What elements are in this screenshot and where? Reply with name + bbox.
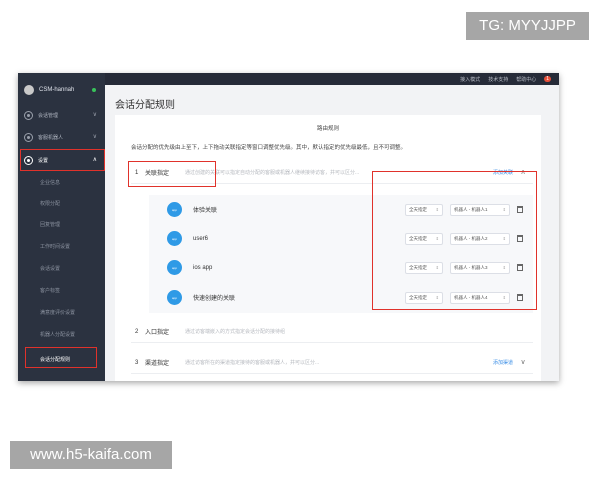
robot-icon xyxy=(24,132,33,142)
sidebar-subitem-session-settings[interactable]: 会话设置 xyxy=(40,263,100,275)
group-name: 渠道指定 xyxy=(145,361,170,367)
chevron-down-icon[interactable]: ∨ xyxy=(513,359,533,366)
schedule-select[interactable]: 全天指定 ⇕ xyxy=(405,261,443,274)
main-content: 会话分配规则 路由规则 会话分配的优先级由上至下，上下拖动关联指定等窗口调整优先… xyxy=(105,85,559,381)
sidebar-subitem-customer-tags[interactable]: 客户标签 xyxy=(40,285,100,297)
updown-caret-icon: ⇕ xyxy=(502,236,506,241)
association-rule-list: app 体验关联 全天指定 ⇕ 机器人 - 机器人1 ⇕ app user6 全天指… xyxy=(149,195,533,313)
app-icon: app xyxy=(167,231,182,246)
rule-group-entrance[interactable]: 2 入口指定 通过访客端嵌入的方式指定会话分配的接待组 xyxy=(131,321,533,343)
updown-caret-icon: ⇕ xyxy=(502,265,506,270)
assignee-select[interactable]: 机器人 - 机器人3 ⇕ xyxy=(450,261,510,274)
online-status-icon xyxy=(92,88,96,92)
card-description: 会话分配的优先级由上至下，上下拖动关联指定等窗口调整优先级。其中，默认指定的优先… xyxy=(131,145,407,151)
trash-icon[interactable] xyxy=(517,264,523,271)
add-association-link[interactable]: 添加关联 xyxy=(473,169,513,176)
page-title: 会话分配规则 xyxy=(115,100,175,111)
top-link-help-center[interactable]: 帮助中心 xyxy=(516,76,536,83)
updown-caret-icon: ⇕ xyxy=(435,265,439,270)
chevron-up-icon: ∧ xyxy=(92,157,97,163)
top-bar: 接入模式 技术支持 帮助中心 1 xyxy=(105,73,559,85)
routing-rules-card: 路由规则 会话分配的优先级由上至下，上下拖动关联指定等窗口调整优先级。其中，默认… xyxy=(115,115,541,381)
schedule-select[interactable]: 全天指定 ⇕ xyxy=(405,203,443,216)
rule-group-association[interactable]: 1 关联指定 通过创建的关联可以指定自动分配的客服或机器人继续接待访客，并可以区… xyxy=(131,162,533,184)
sidebar-subitem-robot-assignment[interactable]: 机器人分配设置 xyxy=(40,329,100,341)
trash-icon[interactable] xyxy=(517,206,523,213)
top-link-access-mode[interactable]: 接入模式 xyxy=(460,76,480,83)
app-icon: app xyxy=(167,260,182,275)
sidebar-subitem-reply-management[interactable]: 回复管理 xyxy=(40,219,100,231)
chevron-down-icon: ∨ xyxy=(92,134,97,140)
assignee-select[interactable]: 机器人 - 机器人1 ⇕ xyxy=(450,203,510,216)
rule-name: user6 xyxy=(193,235,209,242)
sidebar-item-settings[interactable]: 设置 ∧ xyxy=(18,152,105,168)
list-item[interactable]: app user6 全天指定 ⇕ 机器人 - 机器人2 ⇕ xyxy=(149,224,533,253)
group-number: 3 xyxy=(135,359,139,366)
sidebar-subitem-working-hours[interactable]: 工作时间设置 xyxy=(40,241,100,253)
gear-icon xyxy=(24,155,33,165)
group-name: 关联指定 xyxy=(145,171,170,177)
sidebar-subitem-satisfaction[interactable]: 满意度评价设置 xyxy=(40,307,100,319)
group-description-input[interactable]: 通过访客端嵌入的方式指定会话分配的接待组 xyxy=(185,328,473,335)
sidebar-item-label: 会话管理 xyxy=(38,112,59,119)
schedule-select[interactable]: 全天指定 ⇕ xyxy=(405,291,443,304)
sidebar-item-label: 客服机器人 xyxy=(38,134,64,141)
assignee-select[interactable]: 机器人 - 机器人4 ⇕ xyxy=(450,291,510,304)
group-description-input[interactable]: 通过创建的关联可以指定自动分配的客服或机器人继续接待访客，并可以区分... xyxy=(185,169,473,176)
updown-caret-icon: ⇕ xyxy=(435,295,439,300)
user-profile[interactable]: CSM-hannah xyxy=(18,83,105,97)
chevron-down-icon: ∨ xyxy=(92,112,97,118)
sidebar-subitem-company-info[interactable]: 企业信息 xyxy=(40,177,100,189)
group-description-input[interactable]: 通过访客所在的渠道指定接待的客服或机器人，并可以区分... xyxy=(185,359,473,366)
sidebar-subitem-session-assignment-rules[interactable]: 会话分配规则 xyxy=(40,354,100,366)
trash-icon[interactable] xyxy=(517,235,523,242)
list-item[interactable]: app 快速创建的关联 全天指定 ⇕ 机器人 - 机器人4 ⇕ xyxy=(149,283,533,312)
updown-caret-icon: ⇕ xyxy=(435,236,439,241)
rule-name: 体验关联 xyxy=(193,208,218,214)
group-name: 入口指定 xyxy=(145,330,170,336)
sidebar-item-robot[interactable]: 客服机器人 ∨ xyxy=(18,129,105,145)
assignee-select[interactable]: 机器人 - 机器人2 ⇕ xyxy=(450,232,510,245)
chevron-up-icon[interactable]: ∧ xyxy=(513,169,533,176)
group-number: 1 xyxy=(135,169,139,176)
user-name: CSM-hannah xyxy=(39,87,75,93)
card-title: 路由规则 xyxy=(316,126,339,132)
list-item[interactable]: app 体验关联 全天指定 ⇕ 机器人 - 机器人1 ⇕ xyxy=(149,195,533,224)
rule-group-channel[interactable]: 3 渠道指定 通过访客所在的渠道指定接待的客服或机器人，并可以区分... 添加渠… xyxy=(131,352,533,374)
sidebar: CSM-hannah 会话管理 ∨ 客服机器人 ∨ 设置 ∧ 企业信息 权限分配… xyxy=(18,73,105,381)
trash-icon[interactable] xyxy=(517,294,523,301)
sidebar-item-label: 设置 xyxy=(38,157,49,164)
top-link-tech-support[interactable]: 技术支持 xyxy=(488,76,508,83)
updown-caret-icon: ⇕ xyxy=(502,207,506,212)
app-icon: app xyxy=(167,290,182,305)
notification-badge[interactable]: 1 xyxy=(544,76,551,82)
avatar xyxy=(24,85,34,95)
sidebar-item-session-management[interactable]: 会话管理 ∨ xyxy=(18,107,105,123)
schedule-select[interactable]: 全天指定 ⇕ xyxy=(405,232,443,245)
updown-caret-icon: ⇕ xyxy=(435,207,439,212)
group-number: 2 xyxy=(135,328,139,335)
app-icon: app xyxy=(167,202,182,217)
updown-caret-icon: ⇕ xyxy=(502,295,506,300)
rule-name: 快速创建的关联 xyxy=(193,296,236,302)
sidebar-subitem-permissions[interactable]: 权限分配 xyxy=(40,198,100,210)
watermark-top: TG: MYYJJPP xyxy=(466,12,589,40)
app-screenshot: CSM-hannah 会话管理 ∨ 客服机器人 ∨ 设置 ∧ 企业信息 权限分配… xyxy=(18,73,559,381)
add-channel-link[interactable]: 添加渠道 xyxy=(473,359,513,366)
rule-name: ios app xyxy=(193,264,213,271)
chat-icon xyxy=(24,110,33,120)
watermark-bottom: www.h5-kaifa.com xyxy=(10,441,172,469)
list-item[interactable]: app ios app 全天指定 ⇕ 机器人 - 机器人3 ⇕ xyxy=(149,253,533,282)
